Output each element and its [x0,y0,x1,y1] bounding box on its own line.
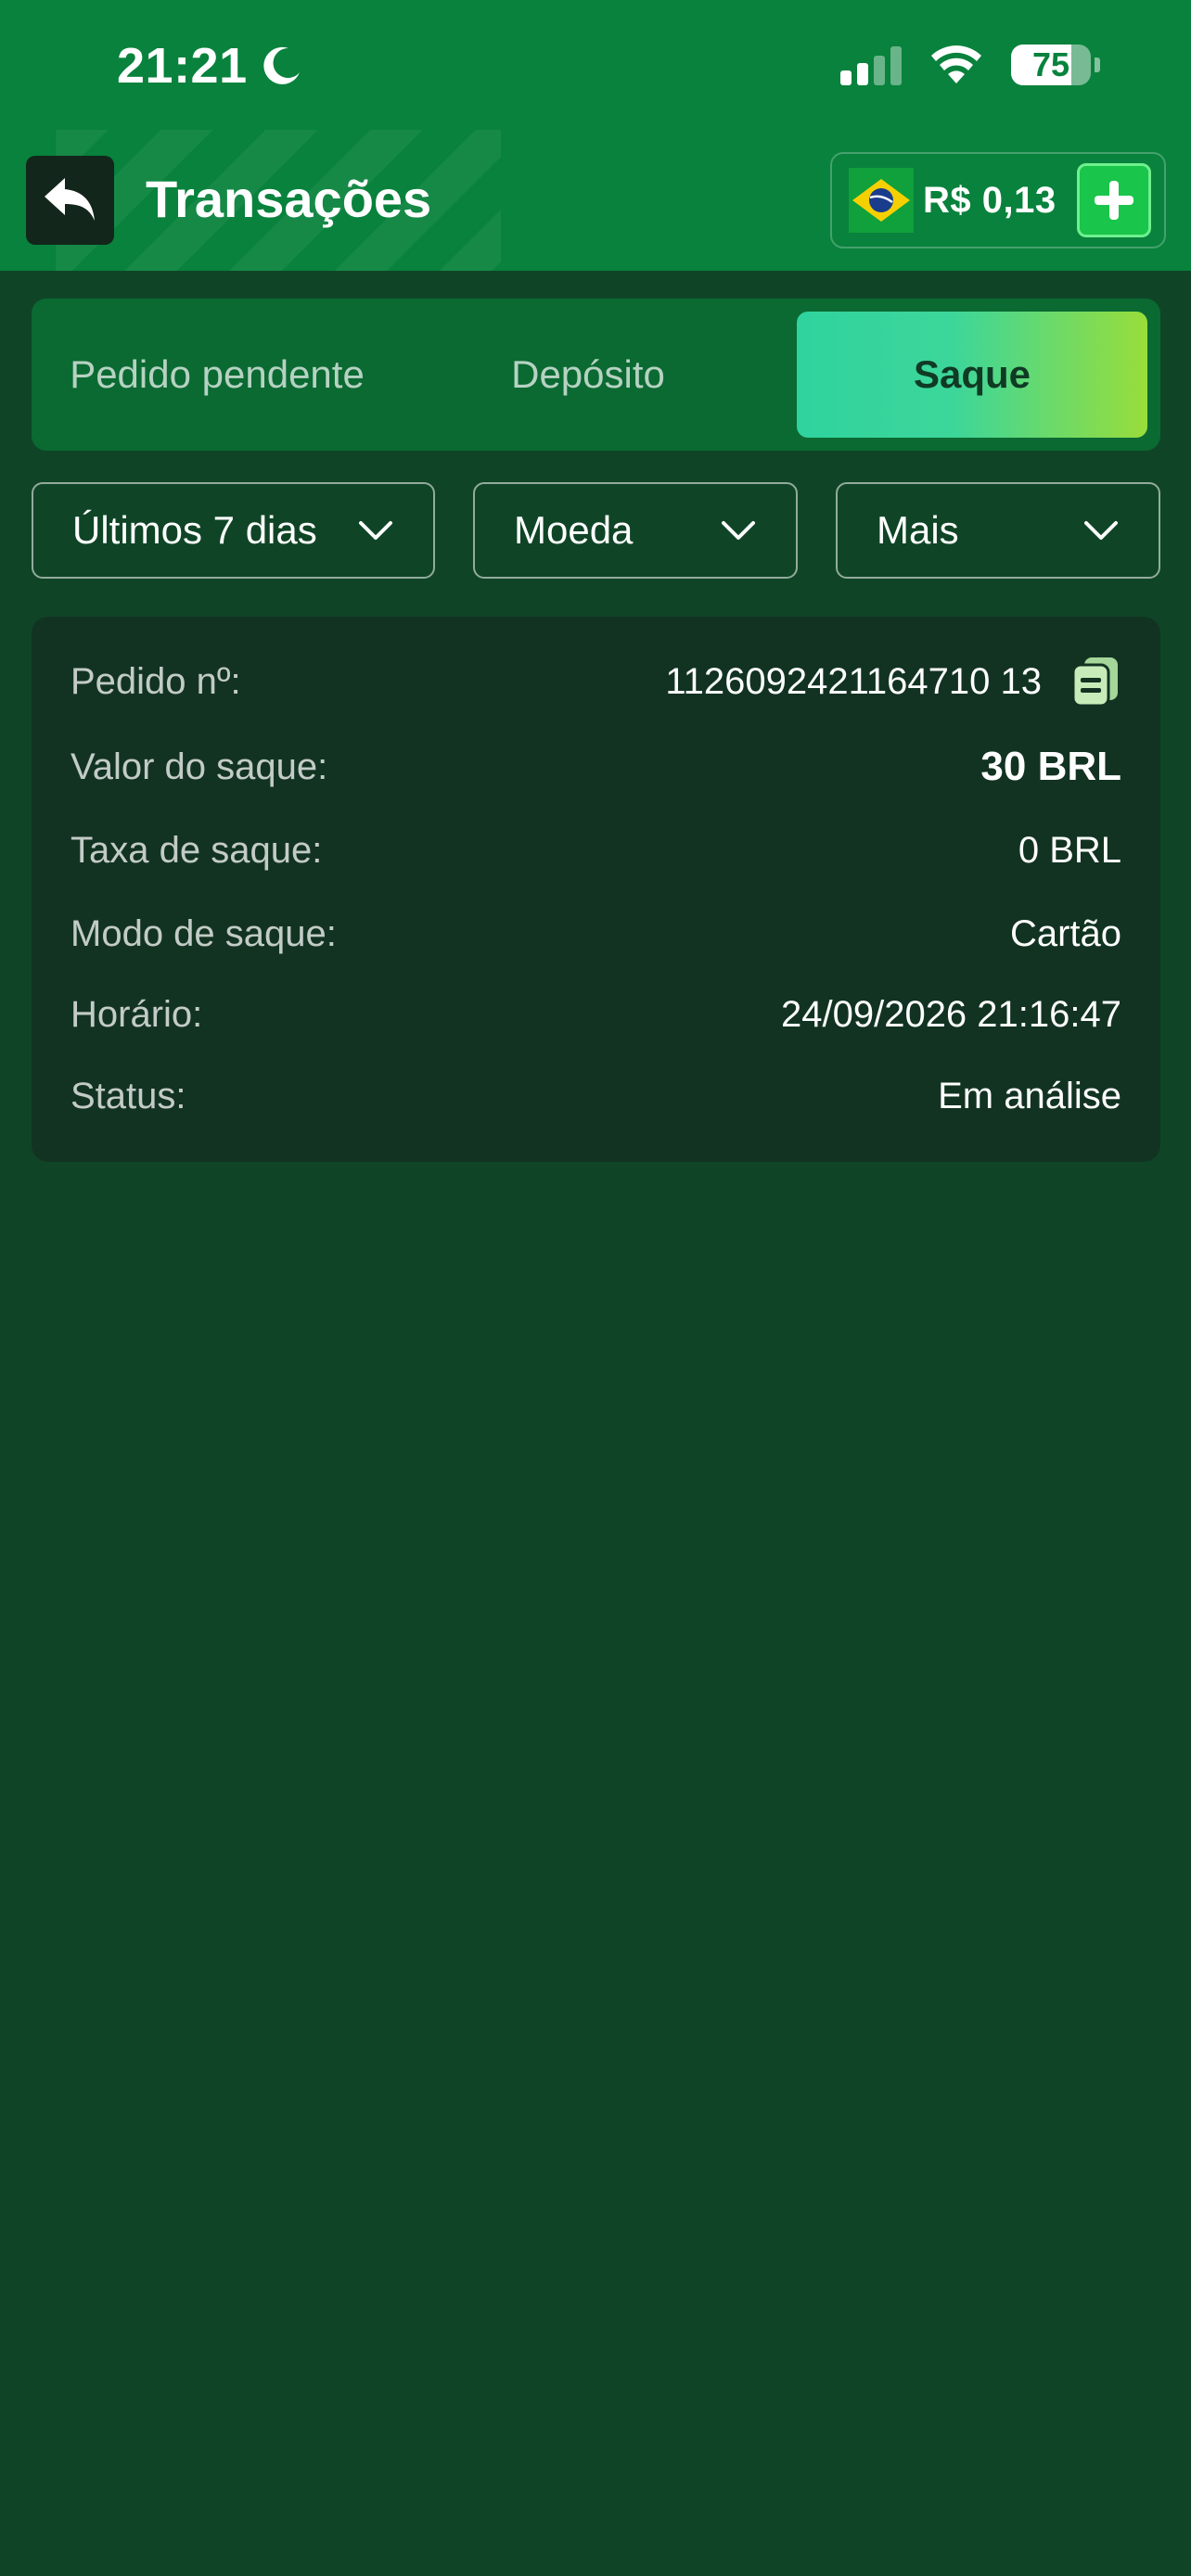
withdrawal-amount-label: Valor do saque: [70,746,328,787]
page-title: Transações [146,170,432,228]
order-number-value-wrap: 1126092421164710 13 [665,656,1121,708]
tab-withdrawal[interactable]: Saque [797,312,1147,438]
status-bar-icons: 75 [840,45,1100,85]
withdrawal-fee-row: Taxa de saque: 0 BRL [70,823,1121,878]
withdrawal-mode-row: Modo de saque: Cartão [70,906,1121,962]
withdrawal-amount-value: 30 BRL [980,744,1121,789]
time-label: Horário: [70,993,203,1035]
more-label: Mais [877,508,959,552]
more-filter[interactable]: Mais [836,482,1160,579]
withdrawal-amount-row: Valor do saque: 30 BRL [70,739,1121,795]
back-button[interactable] [26,156,114,245]
time-row: Horário: 24/09/2026 21:16:47 [70,987,1121,1042]
currency-filter[interactable]: Moeda [473,482,798,579]
chevron-down-icon [1084,521,1118,540]
battery-icon: 75 [1011,45,1091,85]
back-arrow-icon [44,178,95,221]
order-number-value: 1126092421164710 13 [665,660,1042,702]
transaction-card: Pedido nº: 1126092421164710 13 Valor do … [32,617,1160,1162]
chevron-down-icon [359,521,392,540]
withdrawal-fee-value: 0 BRL [1018,829,1121,871]
balance-amount: R$ 0,13 [923,179,1057,221]
withdrawal-mode-label: Modo de saque: [70,912,337,954]
chevron-down-icon [722,521,755,540]
brazil-flag-icon [849,168,914,233]
clock-text: 21:21 [117,38,248,94]
moon-icon [263,46,300,84]
battery-percent: 75 [1031,45,1070,83]
order-number-row: Pedido nº: 1126092421164710 13 [70,654,1121,709]
order-number-label: Pedido nº: [70,660,241,702]
status-bar-time: 21:21 [117,37,303,95]
withdrawal-fee-label: Taxa de saque: [70,829,323,871]
plus-icon [1095,181,1133,220]
balance-widget[interactable]: R$ 0,13 [830,152,1166,249]
header-bar: 21:21 75 Transações R$ 0,13 [0,0,1191,271]
transaction-tabs: Pedido pendente Depósito Saque [32,299,1160,451]
tab-pending-order[interactable]: Pedido pendente [32,312,403,438]
wifi-icon [931,45,981,83]
copy-icon[interactable] [1069,656,1121,708]
time-value: 24/09/2026 21:16:47 [780,993,1121,1035]
date-range-filter[interactable]: Últimos 7 dias [32,482,435,579]
currency-label: Moeda [514,508,634,552]
status-row: Status: Em análise [70,1068,1121,1124]
status-label: Status: [70,1075,186,1116]
tab-deposit[interactable]: Depósito [403,312,774,438]
status-value: Em análise [938,1075,1121,1116]
signal-icon [840,45,902,85]
date-range-label: Últimos 7 dias [72,508,317,552]
add-funds-button[interactable] [1077,163,1151,237]
withdrawal-mode-value: Cartão [1009,912,1121,954]
